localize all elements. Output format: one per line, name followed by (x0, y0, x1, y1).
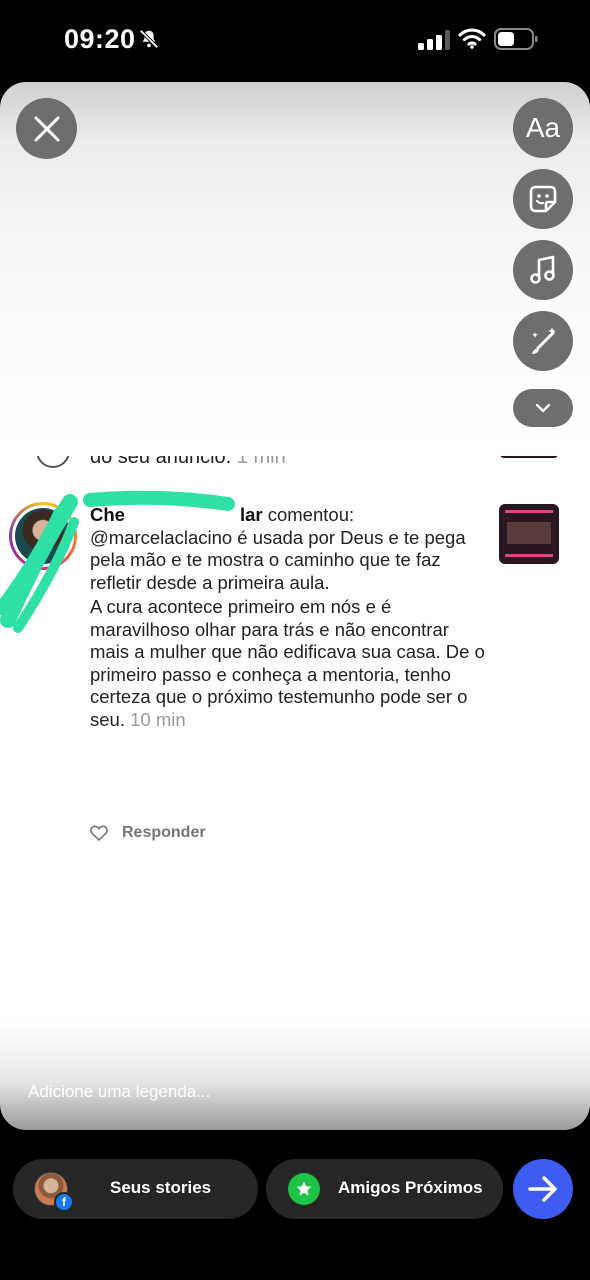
previous-post-thumbnail (500, 456, 558, 458)
commenter-avatar (9, 502, 77, 570)
arrow-right-icon (528, 1176, 557, 1202)
your-stories-label: Seus stories (110, 1178, 212, 1197)
comment-time: 10 min (130, 708, 186, 730)
wifi-icon (458, 28, 486, 49)
comment-action: comentou: (267, 504, 355, 525)
status-time: 09:20 (64, 24, 136, 54)
close-friends-button[interactable]: Amigos Próximos (266, 1159, 503, 1219)
cellular-signal-icon (418, 30, 450, 50)
commenter-name-end: lar (239, 504, 263, 525)
previous-notification-text: do seu anúncio. 1 min (90, 456, 286, 468)
previous-avatar (36, 456, 70, 468)
caption-input[interactable]: Adicione uma legenda... (28, 1082, 210, 1102)
close-friends-label: Amigos Próximos (338, 1178, 483, 1197)
comment-paragraph-1: @marcelaclacino é usada por Deus e te pe… (90, 526, 466, 593)
comment-actions: Responder (90, 824, 206, 842)
bell-off-icon (139, 29, 159, 49)
text-tool-button[interactable]: Aa (513, 98, 573, 158)
effects-tool-button[interactable] (513, 311, 573, 371)
comment-text: Che lar comentou: @marcelaclacino é usada… (90, 504, 486, 733)
close-button[interactable] (16, 98, 77, 159)
close-icon (34, 116, 59, 141)
post-thumbnail[interactable] (499, 504, 559, 564)
previous-notification-row: do seu anúncio. 1 min (0, 456, 590, 480)
star-icon (288, 1173, 320, 1205)
status-bar: 09:20 (0, 0, 590, 80)
sticker-tool-button[interactable] (513, 169, 573, 229)
magic-brush-icon (532, 327, 556, 354)
facebook-icon: f (54, 1192, 74, 1212)
reply-link[interactable]: Responder (122, 824, 206, 842)
send-button[interactable] (513, 1159, 573, 1219)
battery-icon (494, 28, 538, 50)
text-tool-label: Aa (525, 112, 561, 143)
story-editor-canvas: Aa do seu anúncio. 1 min Che lar comento… (0, 82, 590, 1130)
your-stories-button[interactable]: f Seus stories (13, 1159, 258, 1219)
heart-icon[interactable] (90, 825, 108, 841)
commenter-name-start: Che (90, 504, 125, 525)
music-tool-button[interactable] (513, 240, 573, 300)
sticker-icon (529, 185, 557, 213)
chevron-down-icon (535, 403, 551, 413)
more-tools-button[interactable] (513, 389, 573, 427)
music-note-icon (530, 255, 555, 284)
